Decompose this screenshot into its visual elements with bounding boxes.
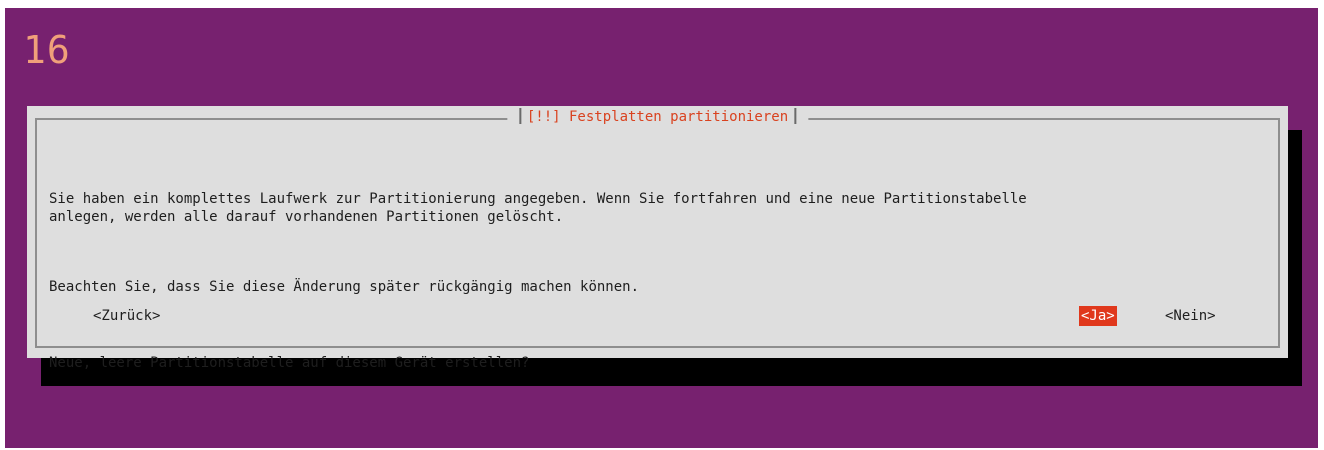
step-number: 16: [23, 28, 71, 72]
title-right-bar: [794, 108, 797, 124]
partition-dialog: [!!] Festplatten partitionieren Sie habe…: [27, 106, 1288, 371]
dialog-message: Sie haben ein komplettes Laufwerk zur Pa…: [49, 154, 1027, 408]
no-button[interactable]: <Nein>: [1165, 306, 1216, 326]
title-left-bar: [518, 108, 521, 124]
installer-screen: 16 [!!] Festplatten partitionieren Sie h…: [5, 8, 1318, 448]
dialog-title-box: [!!] Festplatten partitionieren: [506, 107, 809, 127]
message-paragraph-1: Sie haben ein komplettes Laufwerk zur Pa…: [49, 191, 1027, 225]
message-paragraph-2: Beachten Sie, dass Sie diese Änderung sp…: [49, 279, 640, 295]
dialog-title: [!!] Festplatten partitionieren: [526, 109, 789, 125]
message-question: Neue, leere Partitionstabelle auf diesem…: [49, 355, 530, 371]
back-button[interactable]: <Zurück>: [93, 306, 160, 326]
yes-button[interactable]: <Ja>: [1079, 306, 1117, 326]
